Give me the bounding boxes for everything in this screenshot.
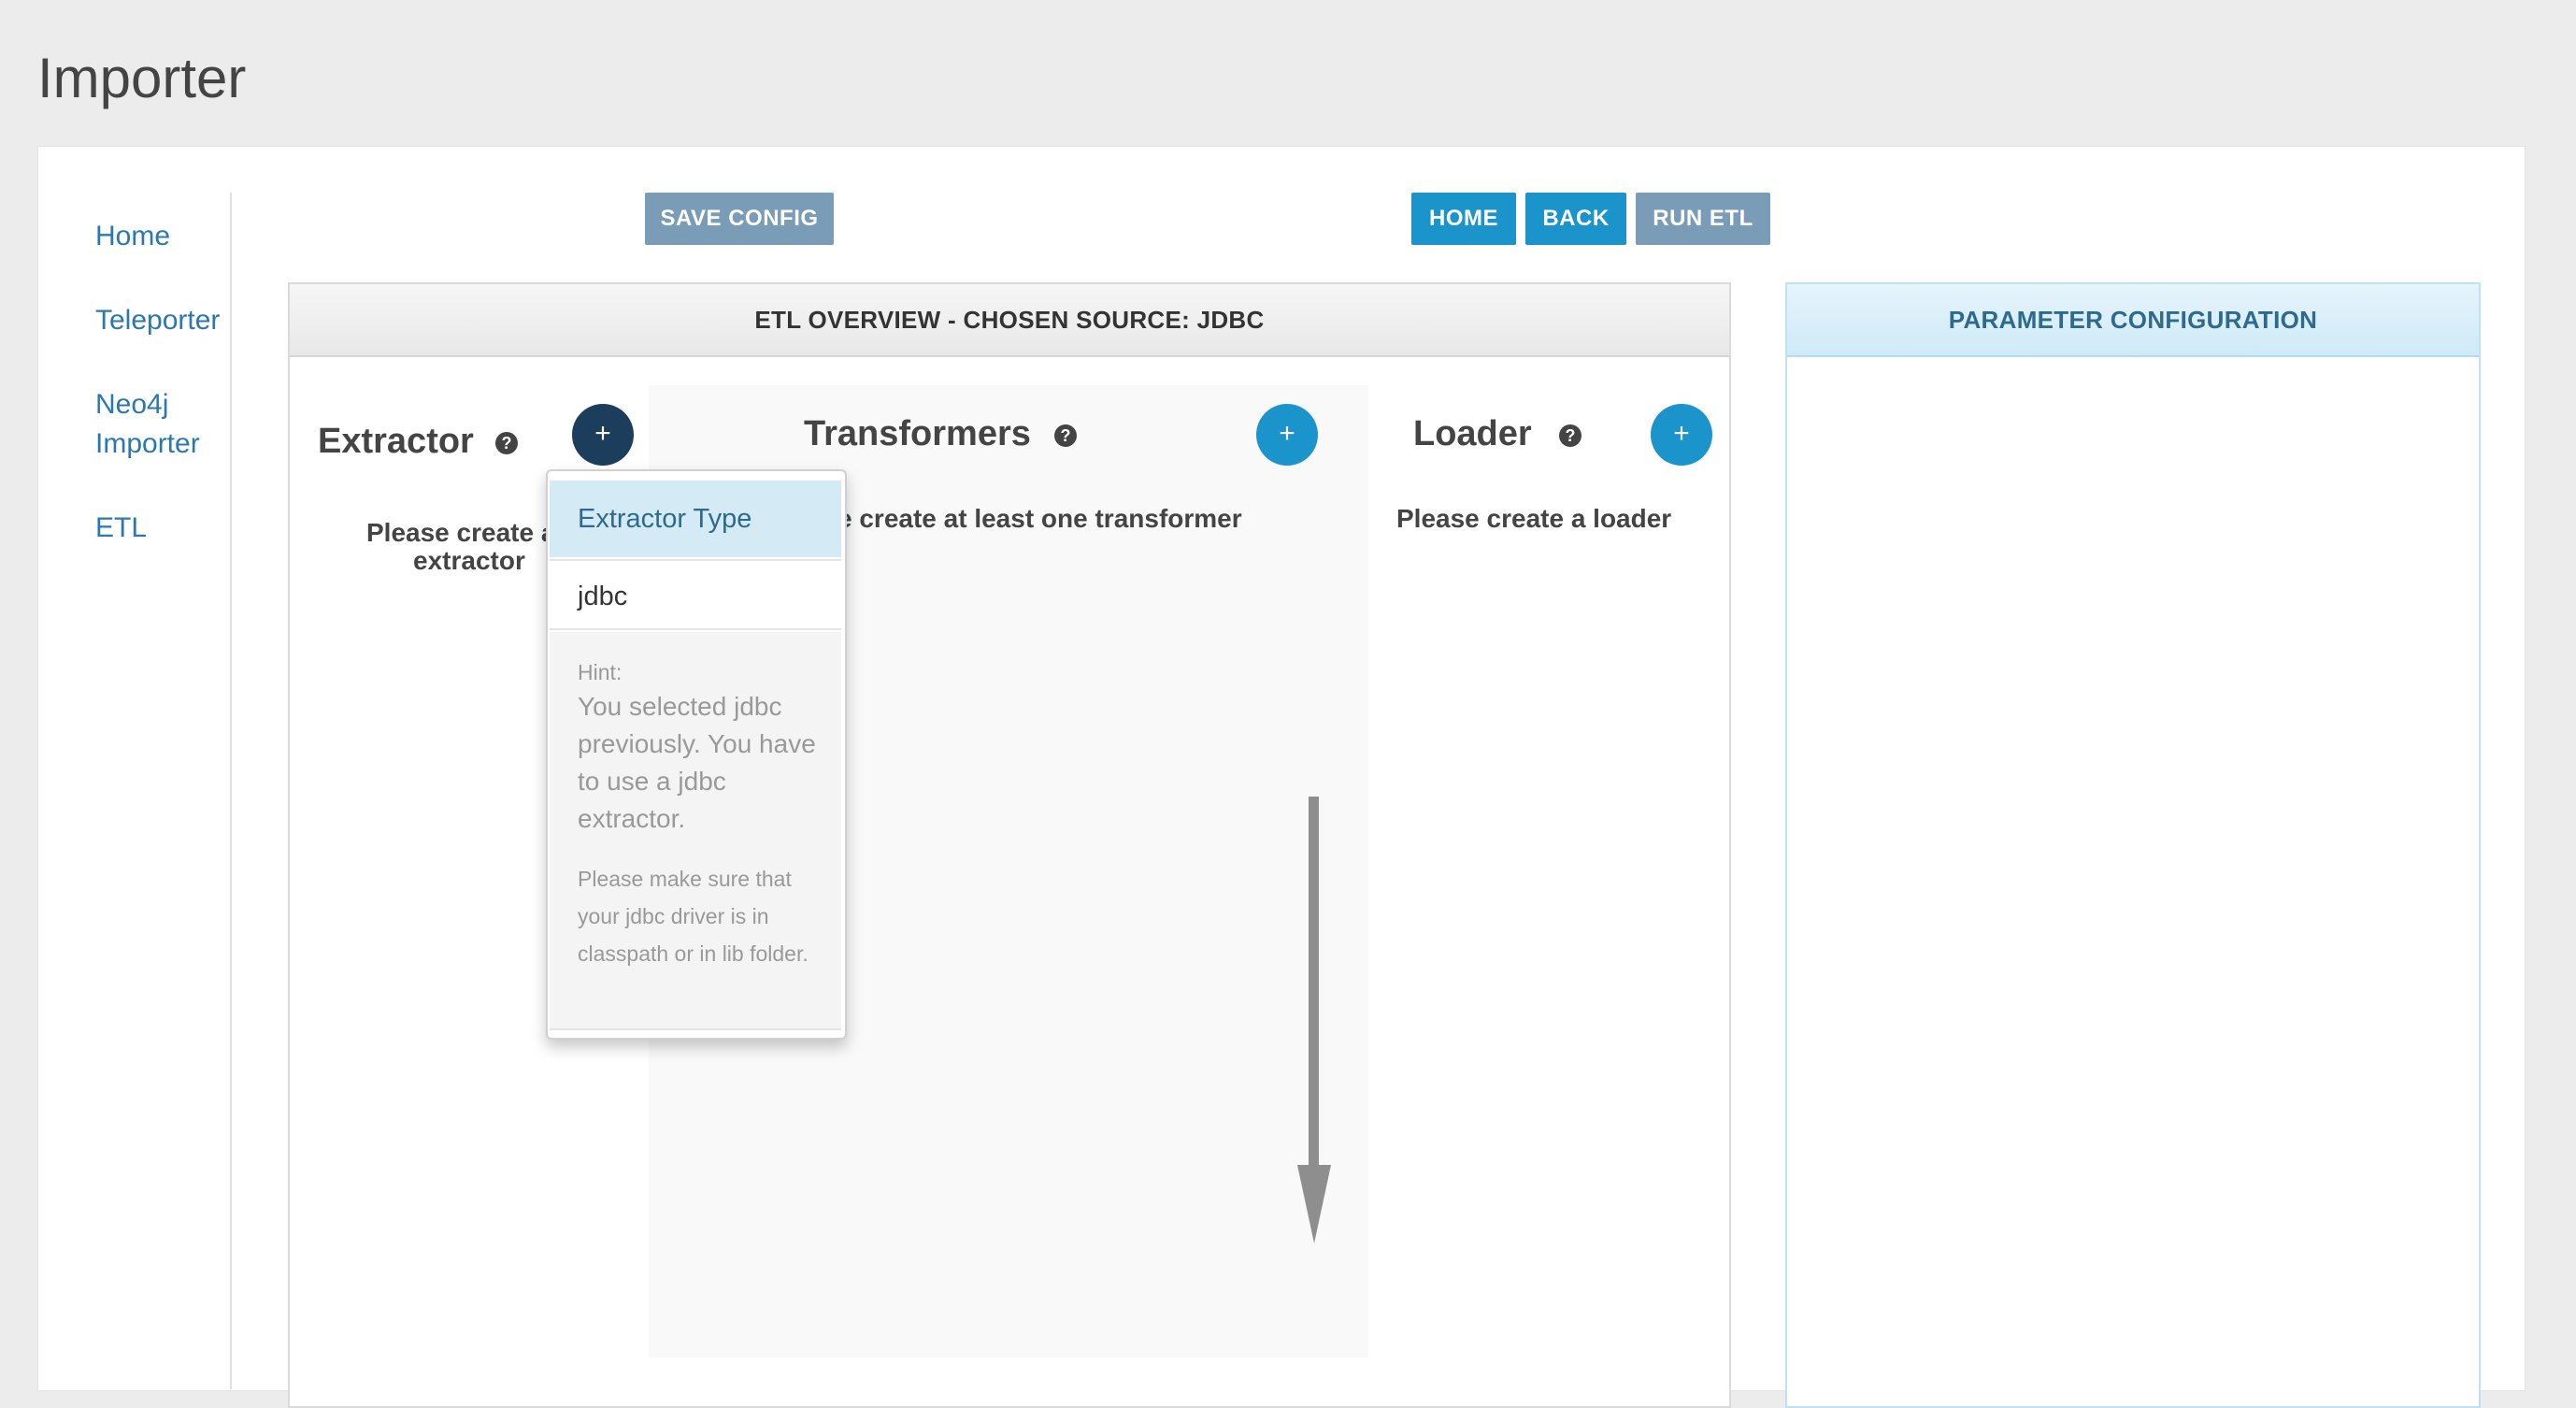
- sidebar-item-home[interactable]: Home: [95, 217, 170, 256]
- extractor-help-icon[interactable]: ?: [495, 432, 518, 454]
- parameter-configuration-panel: [1785, 282, 2481, 1408]
- save-config-button[interactable]: SAVE CONFIG: [645, 193, 834, 245]
- arrow-down-icon: [1297, 1165, 1331, 1243]
- home-button[interactable]: HOME: [1411, 193, 1516, 245]
- transformers-title: Transformers: [804, 414, 1031, 453]
- run-etl-button[interactable]: RUN ETL: [1636, 193, 1770, 245]
- loader-title: Loader: [1413, 414, 1532, 453]
- sidebar-item-etl[interactable]: ETL: [95, 509, 147, 548]
- add-transformer-button[interactable]: +: [1256, 404, 1318, 466]
- transformers-placeholder: e create at least one transformer: [837, 504, 1242, 533]
- etl-overview-header: ETL OVERVIEW - CHOSEN SOURCE: JDBC: [290, 284, 1729, 357]
- sidebar-divider: [230, 193, 232, 1389]
- add-loader-button[interactable]: +: [1651, 404, 1712, 466]
- back-button[interactable]: BACK: [1525, 193, 1626, 245]
- sidebar-item-teleporter[interactable]: Teleporter: [95, 301, 220, 340]
- hint-label: Hint:: [578, 660, 623, 684]
- sidebar-item-neo4j-importer[interactable]: Neo4j Importer: [95, 385, 226, 464]
- transformers-help-icon[interactable]: ?: [1054, 424, 1077, 447]
- loader-placeholder: Please create a loader: [1396, 504, 1672, 533]
- add-extractor-button[interactable]: +: [572, 404, 634, 466]
- extractor-title: Extractor: [318, 422, 474, 461]
- hint-text: You selected jdbc previously. You have t…: [578, 692, 816, 833]
- flow-arrow-shaft: [1309, 797, 1319, 1171]
- dropdown-header: Extractor Type: [550, 481, 841, 557]
- dropdown-option-jdbc[interactable]: jdbc: [550, 559, 841, 630]
- extractor-placeholder-line2: extractor: [413, 546, 525, 575]
- parameter-configuration-header: PARAMETER CONFIGURATION: [1787, 284, 2479, 357]
- page-title: Importer: [37, 47, 247, 109]
- loader-help-icon[interactable]: ?: [1559, 424, 1581, 447]
- hint-note: Please make sure that your jdbc driver i…: [578, 867, 809, 966]
